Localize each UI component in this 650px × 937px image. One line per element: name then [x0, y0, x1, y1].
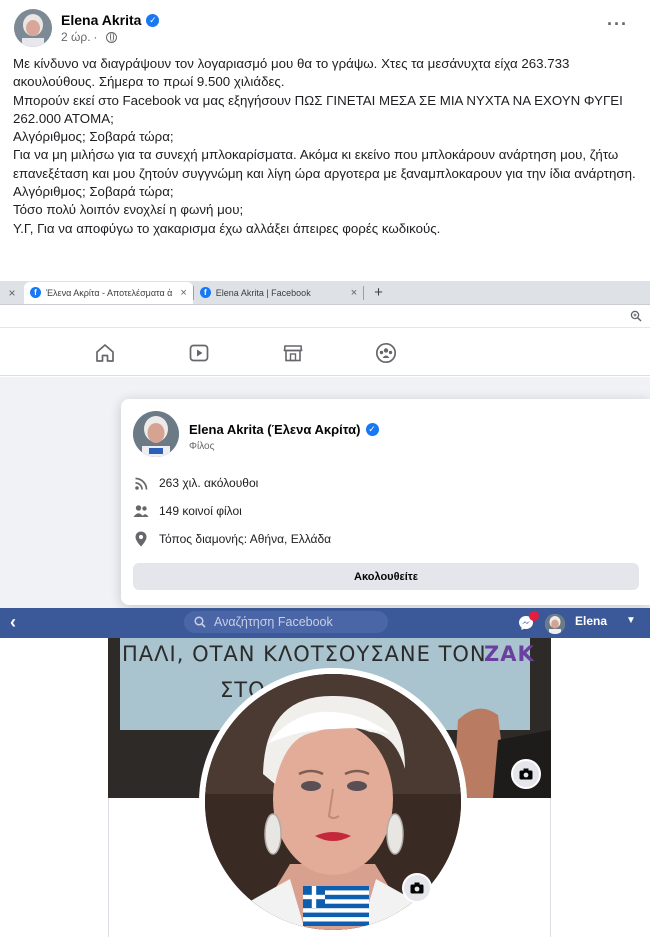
back-chevron-icon[interactable]: ‹ — [10, 612, 16, 633]
location-row: Τόπος διαμονής: Αθήνα, Ελλάδα — [133, 531, 331, 547]
notification-badge — [529, 611, 539, 621]
profile-column-border — [550, 798, 551, 937]
marketplace-icon[interactable] — [282, 342, 304, 364]
post-paragraph: Για να μη μιλήσω για τα συνεχή μπλοκαρίσ… — [13, 147, 636, 181]
rss-icon — [133, 475, 149, 491]
profile-page: ΠΑΛΙ, ΟΤΑΝ ΚΛΟΤΣΟΥΣΑΝΕ ΤΟΝ ZAK ΣΤΟ — [0, 638, 650, 937]
post-paragraph: Με κίνδυνο να διαγράψουν τον λογαριασμό … — [13, 56, 570, 90]
following-button[interactable]: Ακολουθείτε — [133, 563, 639, 590]
post-paragraph: Μπορούν εκεί στο Facebook να μας εξηγήσο… — [13, 92, 623, 126]
close-icon[interactable]: × — [0, 286, 24, 300]
post-paragraph: Αλγόριθμος; Σοβαρά τώρα; — [13, 184, 174, 200]
mutual-friends-row[interactable]: 149 κοινοί φίλοι — [133, 503, 242, 519]
new-tab-button[interactable]: + — [374, 284, 383, 301]
followers-count: 263 χιλ. ακόλουθοι — [159, 476, 259, 490]
post-paragraph: Τόσο πολύ λοιπόν ενοχλεί η φωνή μου; — [13, 202, 244, 218]
browser-tab-bar: × f Έλενα Ακρίτα - Αποτελέσματα ἀ × f El… — [0, 281, 650, 305]
browser-tab[interactable]: f Elena Akrita | Facebook × — [194, 282, 363, 304]
sign-text-line1: ΠΑΛΙ, ΟΤΑΝ ΚΛΟΤΣΟΥΣΑΝΕ ΤΟΝ — [122, 642, 487, 666]
home-icon[interactable] — [94, 342, 116, 364]
mutual-friends-count: 149 κοινοί φίλοι — [159, 504, 242, 518]
facebook-favicon-icon: f — [199, 287, 211, 298]
account-menu-caret-icon[interactable]: ▼ — [626, 615, 636, 626]
tab-title: Elena Akrita | Facebook — [215, 287, 311, 298]
profile-avatar[interactable] — [133, 411, 179, 457]
search-input[interactable]: Αναζήτηση Facebook — [184, 611, 388, 633]
verified-badge-icon: ✓ — [146, 13, 160, 27]
followers-row: 263 χιλ. ακόλουθοι — [133, 475, 258, 491]
profile-column-border — [108, 798, 109, 937]
groups-icon[interactable] — [375, 342, 397, 364]
profile-hover-card: Elena Akrita (Έλενα Ακρίτα) ✓ Φίλος 263 … — [121, 399, 650, 605]
verified-badge-icon: ✓ — [365, 423, 379, 436]
author-avatar[interactable] — [14, 9, 52, 47]
post-header: Elena Akrita ✓ 2 ώρ. · — [14, 8, 160, 48]
tab-close-icon[interactable]: × — [180, 287, 186, 299]
tab-close-icon[interactable]: × — [351, 287, 357, 299]
facebook-classic-header: ‹ Αναζήτηση Facebook Elena ▼ — [0, 608, 650, 638]
post-text: Με κίνδυνο να διαγράψουν τον λογαριασμό … — [13, 55, 641, 238]
browser-tab[interactable]: f Έλενα Ακρίτα - Αποτελέσματα ἀ × — [24, 281, 193, 304]
tab-divider — [363, 285, 365, 300]
relationship-label: Φίλος — [189, 441, 215, 452]
friends-icon — [133, 503, 149, 519]
post-paragraph: Αλγόριθμος; Σοβαρά τώρα; — [13, 129, 174, 145]
meta-separator: · — [93, 30, 98, 44]
post-time[interactable]: 2 ώρ. — [61, 30, 91, 44]
edit-cover-camera-icon[interactable] — [511, 759, 541, 789]
search-icon — [194, 616, 206, 628]
tab-title: Έλενα Ακρίτα - Αποτελέσματα ἀ — [46, 287, 173, 298]
profile-name[interactable]: Elena Akrita (Έλενα Ακρίτα) — [189, 422, 361, 437]
more-options-icon[interactable]: ··· — [607, 14, 628, 35]
sign-text-colored: ZAK — [484, 642, 535, 666]
search-placeholder: Αναζήτηση Facebook — [214, 615, 333, 629]
location-pin-icon — [133, 531, 149, 547]
location-text: Τόπος διαμονής: Αθήνα, Ελλάδα — [159, 532, 332, 546]
zoom-icon[interactable] — [630, 310, 642, 322]
edit-profile-picture-camera-icon[interactable] — [402, 873, 432, 903]
author-name[interactable]: Elena Akrita — [61, 12, 141, 28]
user-avatar[interactable] — [545, 614, 565, 634]
post-paragraph: Υ.Γ, Για να αποφύγω το χακαρισμα έχω αλλ… — [13, 220, 441, 236]
address-bar-strip — [0, 306, 650, 328]
facebook-post: Elena Akrita ✓ 2 ώρ. · ··· Με κίνδυνο να… — [0, 0, 650, 280]
user-name[interactable]: Elena — [575, 614, 607, 628]
globe-icon — [105, 31, 117, 43]
watch-icon[interactable] — [188, 342, 210, 364]
facebook-favicon-icon: f — [30, 287, 41, 298]
facebook-top-nav — [0, 328, 650, 376]
